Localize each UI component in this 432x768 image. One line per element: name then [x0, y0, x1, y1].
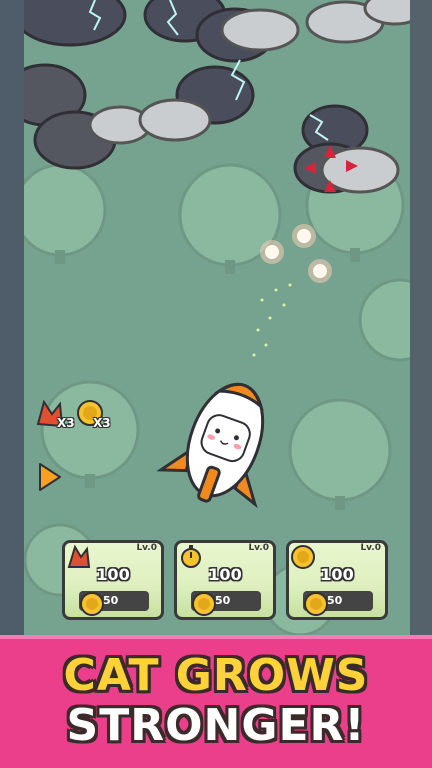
left-edge [0, 0, 24, 635]
banner-title-line2: STRONGER! [66, 700, 366, 751]
upgrade-card-coin[interactable]: Lv.0 100 50 [286, 540, 388, 620]
upgrade-amount: 100 [96, 565, 130, 584]
upgrade-cost-bar[interactable]: 50 [303, 591, 373, 616]
banner-title-line1: CAT GROWS [63, 650, 369, 701]
upgrade-cost-bar[interactable]: 50 [79, 591, 149, 616]
coin-multiplier: X3 [93, 416, 111, 430]
right-edge [410, 0, 432, 635]
upgrade-card-fire[interactable]: Lv.0 100 50 [62, 540, 164, 620]
coin-icon [192, 592, 216, 616]
upgrade-card-speed[interactable]: Lv.0 100 50 [174, 540, 276, 620]
upgrade-level: Lv.0 [248, 543, 269, 553]
fire-multiplier: X3 [57, 416, 75, 430]
upgrade-cost: 50 [327, 594, 343, 607]
upgrade-amount: 100 [208, 565, 242, 584]
play-arrow-button[interactable] [36, 462, 64, 492]
upgrade-cost-bar[interactable]: 50 [191, 591, 261, 616]
upgrade-cost: 50 [103, 594, 119, 607]
upgrade-level: Lv.0 [136, 543, 157, 553]
upgrade-amount: 100 [320, 565, 354, 584]
coin-icon [80, 592, 104, 616]
upgrade-cost: 50 [215, 594, 231, 607]
game-field[interactable]: X3 X3 Lv.0 100 50 Lv.0 100 50 Lv.0 100 5… [0, 0, 432, 635]
upgrade-level: Lv.0 [360, 543, 381, 553]
coin-icon [304, 592, 328, 616]
